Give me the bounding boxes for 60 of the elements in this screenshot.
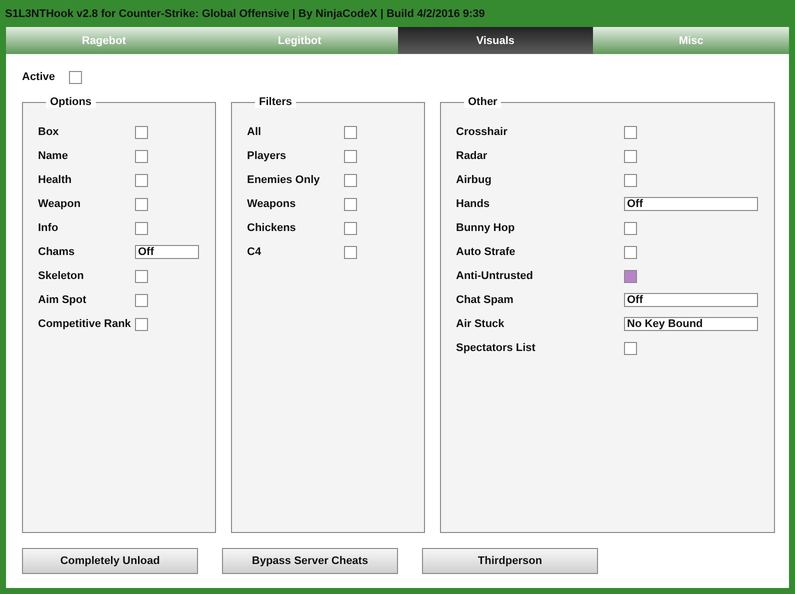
option-label: Players: [247, 150, 286, 162]
option-label: Info: [38, 222, 58, 234]
checkbox[interactable]: [344, 198, 357, 210]
checkbox[interactable]: [624, 270, 637, 282]
checkbox[interactable]: [135, 126, 148, 138]
action-button[interactable]: Bypass Server Cheats: [222, 548, 398, 574]
option-label: Health: [38, 174, 72, 186]
checkbox[interactable]: [135, 270, 148, 282]
option-label: Aim Spot: [38, 294, 86, 306]
option-label: Weapon: [38, 198, 81, 210]
group-title: Other: [464, 96, 502, 108]
checkbox[interactable]: [135, 318, 148, 330]
window-title: S1L3NTHook v2.8 for Counter-Strike: Global Offensive | By NinjaCodeX | Build 4/2/2016 9:39: [5, 8, 485, 20]
option-label: Competitive Rank: [38, 318, 131, 330]
checkbox[interactable]: [624, 150, 637, 162]
action-button[interactable]: Completely Unload: [22, 548, 198, 574]
checkbox[interactable]: [624, 126, 637, 138]
checkbox[interactable]: [624, 342, 637, 354]
checkbox[interactable]: [135, 174, 148, 186]
option-label: Name: [38, 150, 68, 162]
action-button[interactable]: Thirdperson: [422, 548, 598, 574]
dropdown-field[interactable]: No Key Bound: [624, 317, 758, 331]
option-label: Enemies Only: [247, 174, 320, 186]
option-label: Weapons: [247, 198, 296, 210]
checkbox[interactable]: [624, 246, 637, 258]
group-title: Options: [46, 96, 96, 108]
group-title: Filters: [255, 96, 296, 108]
option-label: Hands: [456, 198, 490, 210]
checkbox[interactable]: [344, 126, 357, 138]
dropdown-field[interactable]: Off: [624, 293, 758, 307]
option-label: Skeleton: [38, 270, 84, 282]
option-label: Spectators List: [456, 342, 536, 354]
option-label: All: [247, 126, 262, 138]
option-label: Anti-Untrusted: [456, 270, 533, 282]
checkbox[interactable]: [624, 174, 637, 186]
tab[interactable]: Visuals: [398, 27, 594, 54]
checkbox[interactable]: [135, 294, 148, 306]
checkbox[interactable]: [135, 222, 148, 234]
option-label: Radar: [456, 150, 488, 162]
option-label: C4: [247, 246, 262, 258]
dropdown-field[interactable]: Off: [624, 197, 758, 211]
checkbox[interactable]: [135, 198, 148, 210]
option-label: Air Stuck: [456, 318, 504, 330]
option-label: Active: [22, 71, 56, 83]
checkbox[interactable]: [69, 70, 82, 84]
option-label: Crosshair: [456, 126, 508, 138]
checkbox[interactable]: [624, 222, 637, 234]
dropdown-field[interactable]: Off: [135, 245, 199, 259]
checkbox[interactable]: [344, 150, 357, 162]
option-label: Box: [38, 126, 59, 138]
option-label: Auto Strafe: [456, 246, 516, 258]
option-label: Bunny Hop: [456, 222, 515, 234]
option-label: Chams: [38, 246, 75, 258]
checkbox[interactable]: [344, 174, 357, 186]
checkbox[interactable]: [344, 246, 357, 258]
checkbox[interactable]: [135, 150, 148, 162]
option-label: Chat Spam: [456, 294, 514, 306]
option-label: Airbug: [456, 174, 492, 186]
option-label: Chickens: [247, 222, 296, 234]
checkbox[interactable]: [344, 222, 357, 234]
